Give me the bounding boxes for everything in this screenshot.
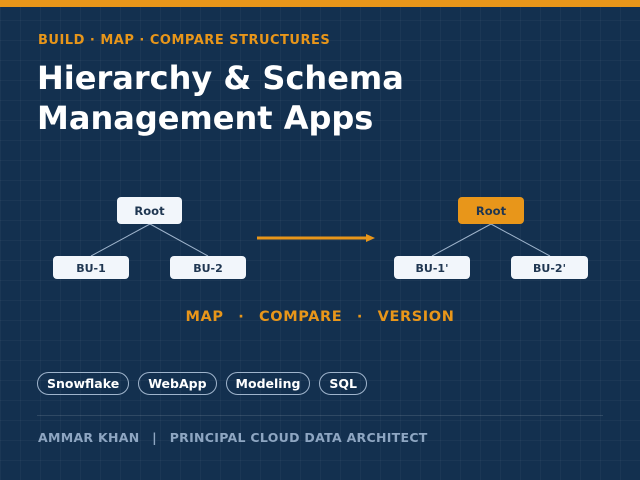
tagline-separator: · (356, 309, 363, 325)
tag-snowflake: Snowflake (37, 372, 130, 395)
author-role: PRINCIPAL CLOUD DATA ARCHITECT (169, 430, 428, 445)
left-child-label-2: BU-2 (193, 262, 223, 275)
hierarchy-diagram: Root BU-1 BU-2 Root BU-1' BU-2' (53, 197, 588, 279)
left-child-label-1: BU-1 (76, 262, 106, 275)
tagline: MAP · COMPARE · VERSION (0, 309, 640, 325)
right-root-node: Root (458, 197, 524, 224)
tagline-item-map: MAP (185, 309, 224, 325)
footer-divider (37, 415, 603, 416)
tag-modeling: Modeling (225, 372, 311, 395)
transform-arrow (257, 234, 375, 242)
left-root-label: Root (134, 204, 165, 218)
tagline-item-version: VERSION (377, 309, 455, 325)
left-child-node-1: BU-1 (53, 256, 129, 279)
right-child-node-1: BU-1' (394, 256, 470, 279)
right-connector-1 (431, 223, 492, 257)
tech-tag-list: Snowflake WebApp Modeling SQL (37, 372, 368, 395)
tag-sql: SQL (319, 372, 368, 395)
right-connector-2 (490, 223, 551, 257)
footer: AMMAR KHAN | PRINCIPAL CLOUD DATA ARCHIT… (38, 430, 428, 445)
right-child-node-2: BU-2' (511, 256, 588, 279)
tagline-item-compare: COMPARE (259, 309, 343, 325)
right-child-label-2: BU-2' (533, 262, 566, 275)
tag-webapp: WebApp (138, 372, 217, 395)
right-root-label: Root (476, 204, 507, 218)
left-root-node: Root (117, 197, 182, 224)
left-connector-2 (149, 223, 209, 257)
footer-separator: | (152, 430, 158, 445)
tagline-separator: · (238, 309, 245, 325)
right-child-label-1: BU-1' (416, 262, 449, 275)
author-name: AMMAR KHAN (38, 430, 140, 445)
left-child-node-2: BU-2 (170, 256, 246, 279)
left-connector-1 (90, 223, 151, 257)
